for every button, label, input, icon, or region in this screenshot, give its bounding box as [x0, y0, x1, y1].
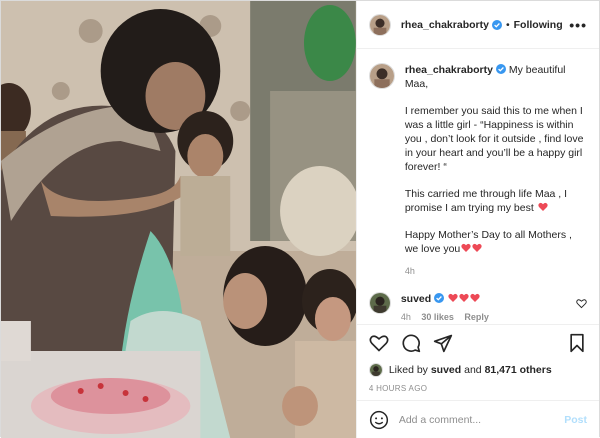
- caption-timestamp: 4h: [404, 266, 415, 276]
- verified-badge-icon: [434, 293, 445, 303]
- red-heart-emoji-icon: [538, 202, 548, 211]
- post-photo[interactable]: [1, 1, 356, 438]
- likes-text: Liked by suved and 81,471 others: [389, 364, 552, 376]
- author-avatar[interactable]: [368, 13, 391, 36]
- post-timestamp[interactable]: 4 HOURS AGO: [357, 380, 599, 400]
- commenter-avatar[interactable]: [368, 292, 391, 314]
- author-username[interactable]: rhea_chakraborty: [401, 19, 489, 31]
- comment-like-heart-icon[interactable]: [576, 298, 587, 309]
- likes-others-count[interactable]: 81,471 others: [485, 364, 552, 376]
- caption-paragraph-4: Happy Mother’s Day to all Mothers , we l…: [404, 229, 572, 255]
- comment-icon[interactable]: [401, 333, 421, 353]
- caption-text: rhea_chakraborty My beautiful Maa, I rem…: [405, 63, 587, 278]
- add-comment-bar: Add a comment... Post: [356, 400, 599, 438]
- red-heart-emoji-icon: [461, 243, 471, 252]
- liker-avatar[interactable]: [368, 363, 383, 377]
- red-heart-emoji-icon: [470, 293, 480, 302]
- vintage-family-photo: [1, 1, 356, 438]
- commenter-username[interactable]: suved: [401, 293, 431, 305]
- verified-badge-icon: [491, 19, 502, 30]
- red-heart-emoji-icon: [448, 293, 458, 302]
- liked-by-label: Liked by: [388, 364, 428, 376]
- verified-badge-icon: [495, 64, 506, 74]
- comment-meta: 4h 30 likes Reply: [401, 310, 497, 324]
- comment-reply-button[interactable]: Reply: [464, 312, 489, 322]
- heart-icon[interactable]: [369, 333, 389, 353]
- caption: rhea_chakraborty My beautiful Maa, I rem…: [368, 63, 587, 278]
- likes-summary: Liked by suved and 81,471 others: [357, 360, 599, 380]
- following-button[interactable]: Following: [514, 19, 563, 31]
- separator-dot: •: [505, 18, 510, 31]
- post-comment-button[interactable]: Post: [564, 414, 587, 426]
- post-sidebar: rhea_chakraborty • Following ••• rhea_ch…: [355, 1, 599, 438]
- red-heart-emoji-icon: [459, 293, 469, 302]
- comment-likes-count[interactable]: 30 likes: [421, 312, 454, 322]
- comment-timestamp: 4h: [400, 312, 411, 322]
- smiley-icon[interactable]: [369, 410, 389, 430]
- red-heart-emoji-icon: [472, 243, 482, 252]
- action-bar: [356, 324, 599, 360]
- instagram-post-modal: rhea_chakraborty • Following ••• rhea_ch…: [0, 0, 600, 438]
- likes-and-label: and: [464, 364, 482, 376]
- more-options-icon[interactable]: •••: [569, 17, 587, 33]
- caption-username[interactable]: rhea_chakraborty: [405, 64, 493, 76]
- bookmark-icon[interactable]: [567, 333, 587, 353]
- caption-author-avatar[interactable]: [368, 63, 395, 89]
- post-header: rhea_chakraborty • Following •••: [356, 1, 599, 49]
- add-comment-input[interactable]: Add a comment...: [399, 414, 481, 426]
- comments-section: rhea_chakraborty My beautiful Maa, I rem…: [357, 49, 599, 324]
- liker-username[interactable]: suved: [431, 364, 461, 376]
- comment-body: suved 4h 30 likes Reply: [401, 292, 497, 324]
- share-icon[interactable]: [433, 333, 453, 353]
- caption-paragraph-2: I remember you said this to me when I wa…: [404, 105, 584, 173]
- comment-item: suved 4h 30 likes Reply: [368, 292, 587, 324]
